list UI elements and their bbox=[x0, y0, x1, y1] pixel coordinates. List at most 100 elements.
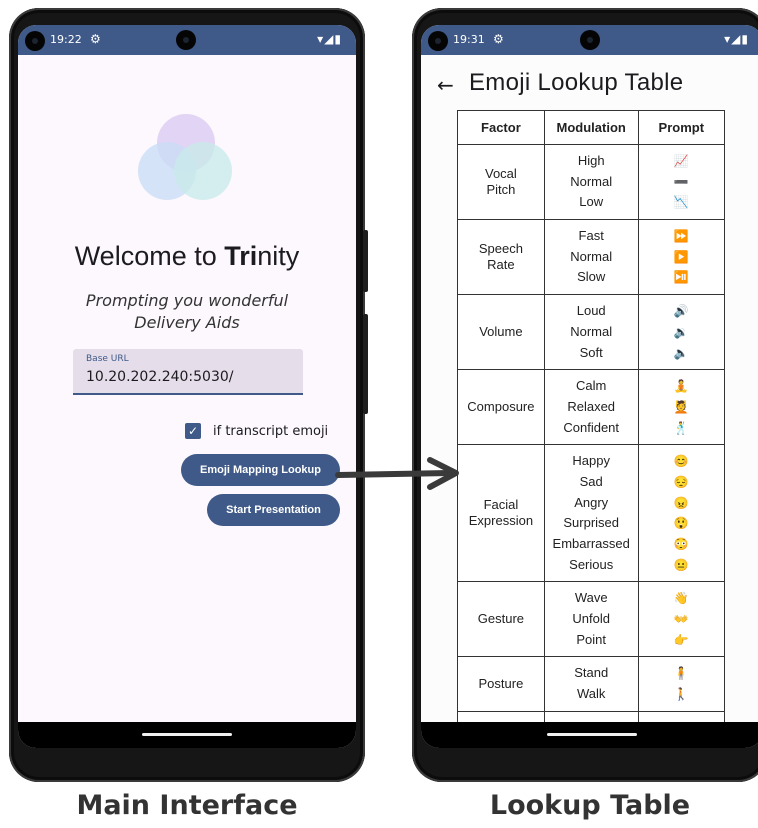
modulation-item: Normal bbox=[570, 323, 613, 339]
prompt-cell: 🧍 🚶 bbox=[637, 656, 726, 712]
factor-label: Pitch bbox=[486, 182, 516, 198]
status-time: 19:22 bbox=[50, 33, 82, 46]
modulation-item: Confident bbox=[563, 419, 620, 435]
prompt-cell: 🧘 💆 🕺 bbox=[637, 369, 726, 446]
front-camera-center bbox=[176, 30, 196, 50]
table-row: Speech Rate Fast Normal Slow ⏩ ▶️ ⏯️ bbox=[457, 219, 726, 296]
prompt-emoji-icon: 🔊 bbox=[673, 304, 689, 319]
modulation-cell: Calm Relaxed Confident bbox=[543, 369, 639, 446]
connector-arrow bbox=[335, 457, 459, 490]
modulation-cell: Happy Sad Angry Surprised Embarrassed Serious bbox=[543, 444, 639, 583]
modulation-item: Sad bbox=[579, 473, 603, 489]
prompt-cell: ⏩ ▶️ ⏯️ bbox=[637, 219, 726, 296]
prompt-emoji-icon: 💆 bbox=[673, 399, 689, 414]
left-phone-frame: 19:22 ⚙ ▾◢▮ Welcome to Trinity Prompting… bbox=[9, 8, 368, 782]
modulation-item: Embarrassed bbox=[552, 536, 630, 551]
table-row: Gesture Wave Unfold Point 👋 👐 👉 bbox=[457, 581, 726, 658]
connector-arrow-line bbox=[335, 470, 453, 478]
tagline: Prompting you wonderful Delivery Aids bbox=[18, 290, 356, 334]
header-prompt: Prompt bbox=[637, 110, 726, 145]
welcome-bold: Tri bbox=[224, 241, 258, 271]
page-title: Emoji Lookup Table bbox=[469, 69, 684, 96]
home-gesture-handle-right[interactable] bbox=[547, 733, 637, 736]
modulation-cell: Stand Walk bbox=[543, 656, 639, 712]
modulation-item: Low bbox=[579, 194, 604, 210]
prompt-emoji-icon: 👋 bbox=[673, 591, 689, 606]
transcript-emoji-row[interactable]: ✓ if transcript emoji bbox=[185, 420, 328, 442]
base-url-field[interactable]: Base URL 10.20.202.240:5030/ bbox=[73, 349, 303, 395]
factor-cell: Posture bbox=[457, 656, 545, 712]
prompt-emoji-icon: 📈 bbox=[673, 154, 689, 168]
modulation-item: Calm bbox=[576, 378, 607, 394]
prompt-emoji-icon: ➖ bbox=[673, 174, 689, 189]
prompt-emoji-icon: 😐 bbox=[673, 557, 689, 572]
header-factor: Factor bbox=[457, 110, 545, 145]
modulation-cell: High Normal Low bbox=[543, 143, 639, 221]
factor-label: Rate bbox=[487, 257, 515, 273]
start-presentation-button[interactable]: Start Presentation bbox=[207, 494, 340, 526]
factor-label: Composure bbox=[467, 399, 535, 415]
prompt-emoji-icon: 👐 bbox=[673, 612, 689, 627]
prompt-emoji-icon: 🧍 bbox=[673, 666, 689, 681]
table-row: Facial Expression Happy Sad Angry Surprised Em… bbox=[457, 444, 726, 583]
navigation-bar-right bbox=[421, 722, 758, 748]
modulation-item: Loud bbox=[576, 303, 606, 319]
gear-icon-right: ⚙ bbox=[493, 32, 504, 46]
factor-label: Vocal bbox=[485, 166, 517, 182]
prompt-emoji-icon: 📉 bbox=[673, 195, 689, 210]
table-row: Posture Stand Walk 🧍 🚶 bbox=[457, 656, 726, 712]
caption-lookup-table: Lookup Table bbox=[489, 790, 691, 821]
prompt-emoji-icon: 🚶 bbox=[673, 687, 689, 702]
transcript-emoji-checkbox[interactable]: ✓ bbox=[185, 423, 201, 439]
modulation-item: Fast bbox=[578, 228, 604, 244]
table-body: Vocal Pitch High Normal Low 📈 ➖ 📉 Speech Rate Fast… bbox=[457, 143, 726, 746]
prompt-cell: 👋 👐 👉 bbox=[637, 581, 726, 658]
table-row: Composure Calm Relaxed Confident 🧘 💆 🕺 bbox=[457, 369, 726, 446]
prompt-emoji-icon: 🕺 bbox=[673, 420, 689, 435]
wifi-signal-battery-icon: ▾◢▮ bbox=[317, 32, 342, 46]
modulation-item: Relaxed bbox=[567, 398, 616, 414]
modulation-item: Normal bbox=[570, 248, 613, 264]
factor-cell: Facial Expression bbox=[457, 444, 545, 583]
modulation-item: Serious bbox=[569, 556, 614, 572]
prompt-cell: 🔊 🔉 🔈 bbox=[637, 294, 726, 371]
modulation-item: Walk bbox=[576, 686, 606, 702]
main-interface-screen: 19:22 ⚙ ▾◢▮ Welcome to Trinity Prompting… bbox=[18, 25, 356, 748]
base-url-label: Base URL bbox=[86, 354, 129, 364]
factor-cell: Composure bbox=[457, 369, 545, 446]
prompt-emoji-icon: 😳 bbox=[673, 537, 689, 551]
tagline-line2: Delivery Aids bbox=[134, 313, 240, 332]
modulation-item: Stand bbox=[574, 665, 609, 681]
prompt-cell: 📈 ➖ 📉 bbox=[637, 143, 726, 221]
prompt-emoji-icon: 😊 bbox=[673, 454, 689, 469]
welcome-prefix: Welcome to bbox=[74, 241, 225, 271]
prompt-emoji-icon: 🧘 bbox=[673, 379, 689, 394]
modulation-item: Soft bbox=[579, 344, 603, 360]
trinity-logo bbox=[138, 114, 232, 200]
front-camera-center-right bbox=[580, 30, 600, 50]
factor-label: Gesture bbox=[477, 611, 525, 627]
factor-cell: Volume bbox=[457, 294, 545, 371]
modulation-cell: Loud Normal Soft bbox=[543, 294, 639, 371]
modulation-item: Surprised bbox=[563, 515, 620, 531]
prompt-emoji-icon: 😠 bbox=[673, 495, 689, 510]
emoji-mapping-lookup-button[interactable]: Emoji Mapping Lookup bbox=[181, 454, 340, 486]
status-bar-right: 19:31 ⚙ ▾◢▮ bbox=[421, 25, 758, 55]
factor-label: Expression bbox=[468, 513, 534, 529]
wifi-signal-battery-icon-right: ▾◢▮ bbox=[724, 32, 749, 46]
emoji-lookup-table: Factor Modulation Prompt Vocal Pitch High N… bbox=[457, 110, 726, 746]
base-url-input[interactable]: 10.20.202.240:5030/ bbox=[86, 369, 234, 385]
lookup-table-screen: 19:31 ⚙ ▾◢▮ ← Emoji Lookup Table Factor … bbox=[421, 25, 758, 748]
status-bar: 19:22 ⚙ ▾◢▮ bbox=[18, 25, 356, 55]
logo-circle-right bbox=[174, 142, 232, 200]
gear-icon: ⚙ bbox=[90, 32, 101, 46]
right-phone-frame: 19:31 ⚙ ▾◢▮ ← Emoji Lookup Table Factor … bbox=[412, 8, 758, 782]
factor-cell: Vocal Pitch bbox=[457, 143, 545, 221]
home-gesture-handle[interactable] bbox=[142, 733, 232, 736]
factor-label: Speech bbox=[478, 241, 523, 257]
welcome-suffix: nity bbox=[257, 241, 300, 271]
modulation-cell: Wave Unfold Point bbox=[543, 581, 639, 658]
modulation-cell: Fast Normal Slow bbox=[543, 219, 639, 296]
modulation-item: Wave bbox=[574, 590, 608, 606]
back-arrow-icon[interactable]: ← bbox=[437, 73, 454, 97]
